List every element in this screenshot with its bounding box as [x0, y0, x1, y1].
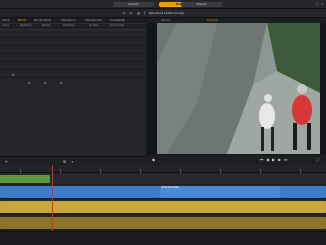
- window-controls: – □ ×: [310, 2, 324, 7]
- clip-label: 00:00:00:00 BRL: [161, 186, 180, 189]
- razor-icon[interactable]: ✂: [4, 159, 9, 164]
- keyframe-marker[interactable]: [12, 74, 14, 76]
- tab-transition-in[interactable]: Transition In: [61, 19, 76, 23]
- bottom-ruler[interactable]: [0, 231, 326, 245]
- tab-effects[interactable]: Effects: [18, 19, 26, 23]
- step-back-icon[interactable]: ◀: [265, 157, 270, 163]
- audio-clip[interactable]: [0, 201, 326, 213]
- audio-track: [0, 199, 326, 215]
- keyframe-marker[interactable]: [44, 82, 46, 84]
- video-clip[interactable]: [280, 186, 326, 198]
- audio-clip[interactable]: [0, 217, 326, 229]
- video-clip[interactable]: 00:00:00:00 BRL: [160, 186, 280, 198]
- go-start-icon[interactable]: ⏮: [259, 157, 264, 163]
- keyframe-row: [0, 70, 146, 78]
- keyframe-area[interactable]: [0, 30, 146, 156]
- preview-panel: New Movie 12345.mov.axp Source Timeline …: [147, 9, 326, 165]
- close-icon[interactable]: ×: [320, 2, 324, 6]
- playhead[interactable]: [52, 165, 53, 236]
- settings-icon[interactable]: ⚙: [136, 11, 141, 16]
- video-track: 00:00:00:00 BRL: [0, 185, 326, 199]
- title-clip[interactable]: [0, 175, 50, 183]
- audio-track-2: [0, 215, 326, 231]
- keyframe-row: [0, 38, 146, 46]
- keyframe-marker[interactable]: [60, 82, 62, 84]
- redo-icon[interactable]: ↷: [128, 11, 133, 16]
- keyframe-row: [0, 46, 146, 54]
- top-bar: Import Edit Export – □ ×: [0, 0, 326, 9]
- keyframe-marker[interactable]: [28, 82, 30, 84]
- tab-time-remap[interactable]: Time Remap: [110, 19, 125, 23]
- timeline-tracks: 00:00:00:00 BRL: [0, 173, 326, 231]
- keyframe-row: [0, 54, 146, 62]
- minimize-icon[interactable]: –: [310, 2, 314, 6]
- preview-controls: ◆ ⏮ ◀ ▶ ▶ ⏭ ⛶: [147, 155, 326, 165]
- go-end-icon[interactable]: ⏭: [283, 157, 288, 163]
- video-clip[interactable]: [0, 186, 160, 198]
- video-frame[interactable]: [157, 23, 320, 154]
- library-panel: Scene Effects Pan and Zoom Transition In…: [0, 18, 146, 156]
- keyframe-row: [0, 62, 146, 70]
- cyclists-image: [157, 23, 320, 154]
- export-mode-button[interactable]: Export: [181, 2, 222, 7]
- preview-title: New Movie 12345.mov.axp: [147, 9, 326, 18]
- maximize-icon[interactable]: □: [315, 2, 319, 6]
- tab-scene[interactable]: Scene: [2, 19, 9, 23]
- tab-pan-zoom[interactable]: Pan and Zoom: [34, 19, 51, 23]
- keyframe-row: [0, 30, 146, 38]
- marker-icon[interactable]: ◆: [151, 157, 156, 163]
- step-forward-icon[interactable]: ▶: [277, 157, 282, 163]
- import-mode-button[interactable]: Import: [113, 2, 154, 7]
- tab-transition-out[interactable]: Transition Out: [85, 19, 102, 23]
- title-track: [0, 173, 326, 185]
- play-icon[interactable]: ▶: [271, 157, 276, 163]
- timeline-toolbar: ✂ ⊞ ⌕: [0, 156, 147, 165]
- snap-icon[interactable]: ⊞: [62, 159, 67, 164]
- fullscreen-icon[interactable]: ⛶: [315, 157, 320, 163]
- timeline-ruler[interactable]: [0, 165, 326, 173]
- zoom-icon[interactable]: ⌕: [70, 159, 75, 164]
- undo-icon[interactable]: ↶: [122, 11, 127, 16]
